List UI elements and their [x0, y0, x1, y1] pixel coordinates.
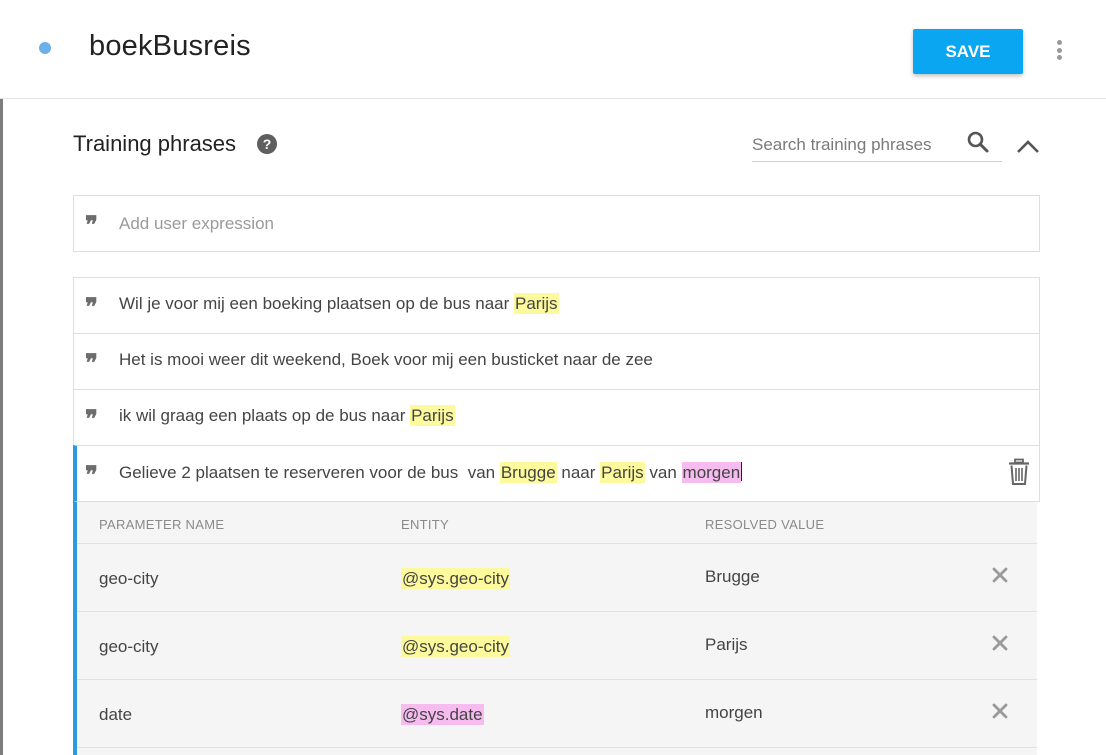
intent-name[interactable]: boekBusreis: [89, 30, 251, 63]
more-vert-icon[interactable]: [1052, 38, 1066, 62]
training-phrase-text[interactable]: ik wil graag een plaats op de bus naar P…: [119, 405, 455, 426]
parameter-row: geo-city @sys.geo-city Parijs: [77, 612, 1037, 680]
parameter-entity[interactable]: @sys.geo-city: [401, 568, 511, 589]
quote-icon: ❞: [85, 210, 98, 239]
training-phrase-text[interactable]: Wil je voor mij een boeking plaatsen op …: [119, 293, 559, 314]
entity-annotation[interactable]: Parijs: [600, 462, 645, 483]
phrase-segment: Gelieve 2 plaatsen te reserveren voor de…: [119, 463, 500, 482]
parameter-table: PARAMETER NAME ENTITY RESOLVED VALUE geo…: [73, 502, 1037, 755]
parameter-name[interactable]: geo-city: [99, 637, 159, 657]
text-cursor: [741, 462, 743, 481]
phrase-segment: van: [644, 463, 682, 482]
quote-icon: ❞: [85, 292, 98, 321]
intent-header: boekBusreis SAVE: [0, 0, 1106, 99]
training-phrase-text[interactable]: Gelieve 2 plaatsen te reserveren voor de…: [119, 462, 743, 483]
search-input[interactable]: [752, 132, 952, 158]
column-header-entity: ENTITY: [401, 517, 450, 532]
training-phrase-row[interactable]: ❞ Wil je voor mij een boeking plaatsen op…: [73, 277, 1040, 334]
save-button[interactable]: SAVE: [913, 29, 1023, 74]
parameter-name[interactable]: geo-city: [99, 569, 159, 589]
column-header-parameter-name: PARAMETER NAME: [99, 517, 225, 532]
search-icon[interactable]: [966, 130, 990, 154]
trash-icon[interactable]: [1007, 458, 1031, 486]
entity-annotation[interactable]: Parijs: [514, 293, 559, 314]
entity-annotation[interactable]: Brugge: [499, 462, 557, 483]
training-phrase-text[interactable]: Het is mooi weer dit weekend, Boek voor …: [119, 350, 653, 370]
entity-cell: @sys.geo-city: [401, 568, 511, 589]
phrase-segment: naar: [556, 463, 601, 482]
quote-icon: ❞: [85, 460, 98, 489]
close-icon[interactable]: [992, 635, 1008, 651]
parameter-entity[interactable]: @sys.date: [401, 704, 484, 725]
parameter-entity[interactable]: @sys.geo-city: [401, 636, 511, 657]
entity-cell: @sys.date: [401, 704, 484, 725]
quote-icon: ❞: [85, 404, 98, 433]
add-user-expression-input[interactable]: [119, 211, 999, 237]
entity-annotation[interactable]: morgen: [681, 462, 742, 483]
phrase-segment: Het is mooi weer dit weekend, Boek voor …: [119, 350, 653, 369]
status-dot-icon: [39, 42, 51, 54]
entity-annotation[interactable]: Parijs: [410, 405, 455, 426]
parameter-name[interactable]: date: [99, 705, 132, 725]
resolved-value[interactable]: Brugge: [705, 567, 760, 587]
close-icon[interactable]: [992, 567, 1008, 583]
parameter-row: date @sys.date morgen: [77, 680, 1037, 748]
close-icon[interactable]: [992, 703, 1008, 719]
chevron-up-icon[interactable]: [1015, 136, 1041, 158]
search-training-phrases: [752, 126, 1002, 162]
section-title: Training phrases: [73, 131, 237, 156]
parameter-table-header: PARAMETER NAME ENTITY RESOLVED VALUE: [77, 502, 1037, 544]
phrase-segment: Wil je voor mij een boeking plaatsen op …: [119, 294, 515, 313]
training-phrase-row[interactable]: ❞ Het is mooi weer dit weekend, Boek voor…: [73, 333, 1040, 390]
resolved-value[interactable]: Parijs: [705, 635, 748, 655]
phrase-segment: ik wil graag een plaats op de bus naar: [119, 406, 411, 425]
training-phrase-row[interactable]: ❞ ik wil graag een plaats op de bus naar …: [73, 389, 1040, 446]
entity-cell: @sys.geo-city: [401, 636, 511, 657]
column-header-resolved-value: RESOLVED VALUE: [705, 517, 825, 532]
resolved-value[interactable]: morgen: [705, 703, 763, 723]
quote-icon: ❞: [85, 348, 98, 377]
add-expression-box: ❞: [73, 195, 1040, 252]
parameter-row: geo-city @sys.geo-city Brugge: [77, 544, 1037, 612]
help-circle-icon[interactable]: ?: [257, 134, 277, 154]
training-phrase-row[interactable]: ❞ Gelieve 2 plaatsen te reserveren voor d…: [73, 445, 1040, 502]
left-edge-divider: [0, 99, 3, 755]
